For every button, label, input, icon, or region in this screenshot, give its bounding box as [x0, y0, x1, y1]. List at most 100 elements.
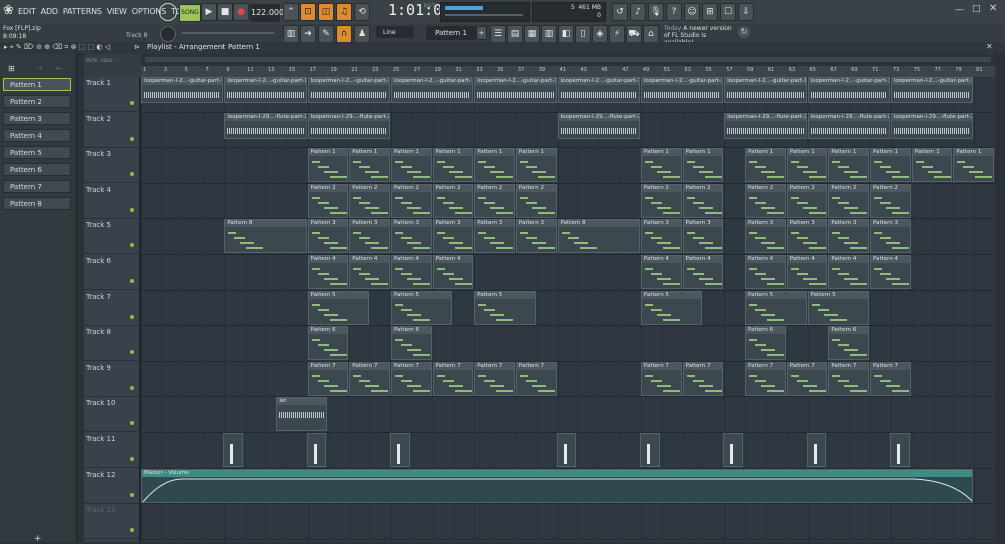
playlist-icon[interactable]: ☰ [490, 25, 506, 43]
playlist-clip[interactable]: looperman-l-2...-guitar-part-1 [557, 77, 640, 103]
picker-item[interactable]: Pattern 1 [3, 78, 71, 91]
playlist-clip[interactable]: Pattern 7 [349, 361, 390, 396]
playlist-clip[interactable]: Pattern 3 [474, 219, 515, 254]
plug-icon[interactable]: ⚡ [609, 25, 625, 43]
playlist-clip[interactable]: Pattern 7 [786, 361, 828, 396]
microphone-icon[interactable]: 🎙 [648, 3, 664, 21]
playlist-clip[interactable]: Pattern 2 [682, 183, 724, 218]
playlist-clip[interactable]: Pattern 3 [432, 219, 474, 254]
stamp-icon[interactable]: ♟ [354, 25, 370, 43]
picker-grid-icon[interactable]: ⊞ [8, 64, 15, 73]
playlist-clip[interactable]: Pattern 5 [307, 290, 370, 325]
cart-icon[interactable]: ⛟ [626, 25, 642, 43]
track-header[interactable]: Track 13 [84, 504, 139, 540]
pencil-icon[interactable]: ✎ [318, 25, 334, 43]
magnet-icon[interactable]: ∩ [336, 25, 352, 43]
stop-button[interactable]: ■ [217, 3, 233, 21]
playlist-clip[interactable]: Pattern 2 [870, 183, 911, 218]
news-refresh-icon[interactable]: ↻ [738, 26, 750, 38]
channel-rack-icon[interactable]: ▤ [507, 25, 523, 43]
playlist-clip[interactable]: Pattern 2 [474, 183, 515, 218]
mixer-icon[interactable]: ♪ [630, 3, 646, 21]
track-enable-icon[interactable] [130, 492, 134, 497]
track-enable-icon[interactable] [130, 172, 134, 177]
playlist-clip[interactable]: Pattern 7 [390, 361, 432, 396]
picker-item[interactable]: Pattern 3 [3, 112, 71, 125]
master-volume-slider[interactable] [182, 32, 274, 34]
playlist-clip[interactable]: Pattern 1 [745, 148, 786, 183]
playlist-close-icon[interactable]: ✕ [986, 42, 993, 51]
playlist-clip[interactable]: looperman-l-2...-guitar-part-1 [890, 77, 974, 103]
playlist-clip[interactable] [889, 433, 910, 467]
playlist-clip[interactable]: Pattern 7 [745, 361, 786, 396]
metronome-icon[interactable]: ⌃ [283, 3, 299, 21]
playlist-clip[interactable]: Pattern 4 [307, 255, 349, 289]
playlist-clip[interactable]: looperman-l-29...-flute-part-2 [557, 112, 640, 139]
track-enable-icon[interactable] [130, 279, 134, 283]
add-pattern-bottom-icon[interactable]: + [34, 534, 42, 544]
playlist-clip[interactable]: Pattern 5 [474, 290, 536, 325]
browser-icon[interactable]: ⊞ [702, 3, 718, 21]
playlist-clip[interactable]: Pattern 3 [307, 219, 349, 254]
playlist-clip[interactable]: Pattern 2 [640, 183, 682, 218]
picker-item[interactable]: Pattern 5 [3, 146, 71, 159]
minimize-icon[interactable]: — [955, 5, 965, 15]
tempo-display[interactable]: 122.000 [250, 4, 284, 22]
playlist-clip[interactable] [223, 433, 244, 467]
track-enable-icon[interactable] [130, 314, 134, 319]
menu-item-edit[interactable]: EDIT [18, 7, 36, 16]
playlist-clip[interactable]: Pattern 1 [432, 148, 474, 183]
blend-notes-icon[interactable]: ♫ [336, 3, 352, 21]
picker-item[interactable]: Pattern 2 [3, 95, 71, 108]
song-mode-button[interactable]: SONG [179, 4, 201, 22]
playlist-clip[interactable]: Pattern 6 [390, 326, 432, 361]
track-header[interactable]: Track 6 [84, 255, 139, 290]
playlist-clip[interactable]: Pattern 6 [828, 326, 870, 361]
playlist-clip[interactable]: looperman-l-29...-flute-part-2 [890, 112, 974, 139]
picker-item[interactable]: Pattern 8 [3, 197, 71, 210]
playlist-clip[interactable]: Pattern 1 [682, 148, 724, 183]
playlist-clip[interactable]: Pattern 1 [474, 148, 515, 183]
arrow-right-icon[interactable]: ➜ [300, 25, 316, 43]
playlist-clip[interactable]: Pattern 3 [828, 219, 870, 254]
track-header[interactable]: Track 9 [84, 362, 139, 397]
playlist-clip[interactable]: Pattern 3 [682, 219, 724, 254]
playlist-grid[interactable]: looperman-l-2...-guitar-part-1 looperman-… [141, 77, 995, 542]
playlist-clip[interactable]: Pattern 1 [640, 148, 682, 183]
playlist-clip[interactable] [556, 433, 577, 467]
playlist-clip[interactable]: Pattern 7 [828, 361, 870, 396]
file-icon[interactable]: ▯ [575, 25, 591, 43]
playlist-clip[interactable]: Pattern 6 [745, 326, 786, 361]
pat-song-toggle-icon[interactable] [159, 3, 177, 21]
track-header[interactable]: Track 10 [84, 397, 139, 433]
playlist-clip[interactable]: looperman-l-2...-guitar-part-1 [307, 77, 390, 103]
playlist-clip[interactable]: looperman-l-29...-flute-part-2 [807, 112, 890, 139]
playlist-clip[interactable]: Pattern 3 [515, 219, 557, 254]
playlist-clip[interactable]: looperman-l-2...-guitar-part-1 [807, 77, 890, 103]
download-icon[interactable]: ⇩ [738, 3, 754, 21]
undo-icon[interactable]: ↺ [612, 3, 628, 21]
help-icon[interactable]: ? [666, 3, 682, 21]
countdown-icon[interactable]: ◫ [318, 3, 334, 21]
loop-record-icon[interactable]: ⟲ [354, 3, 370, 21]
playlist-clip[interactable]: Pattern 2 [390, 183, 432, 218]
piano-roll-icon[interactable]: ▥ [283, 25, 299, 43]
playlist-clip[interactable]: Pattern 7 [682, 361, 724, 396]
track-header[interactable]: Track 3 [84, 148, 139, 184]
user-icon[interactable]: ☺ [684, 3, 700, 21]
pattern-select[interactable]: Pattern 1 [426, 26, 476, 40]
playlist-clip[interactable]: looperman-l-2...-guitar-part-1 [474, 77, 557, 103]
menu-item-view[interactable]: VIEW [107, 7, 127, 16]
playlist-clip[interactable]: Pattern 2 [307, 183, 349, 218]
playlist-clip[interactable]: Pattern 7 [870, 361, 911, 396]
playlist-clip[interactable]: Pattern 2 [786, 183, 828, 218]
playlist-clip[interactable]: Pattern 1 [911, 148, 953, 183]
picker-item[interactable]: Pattern 7 [3, 180, 71, 193]
overview-scrollbar[interactable] [145, 57, 991, 62]
shop-icon[interactable]: ⌂ [643, 25, 659, 43]
playlist-clip[interactable]: Pattern 3 [870, 219, 911, 254]
picker-collapse-icon[interactable]: ⇤ [56, 64, 63, 73]
track-header[interactable]: Track 1 [84, 77, 139, 112]
track-header[interactable]: Track 12 [84, 469, 139, 504]
plugin-icon[interactable]: ◧ [558, 25, 574, 43]
